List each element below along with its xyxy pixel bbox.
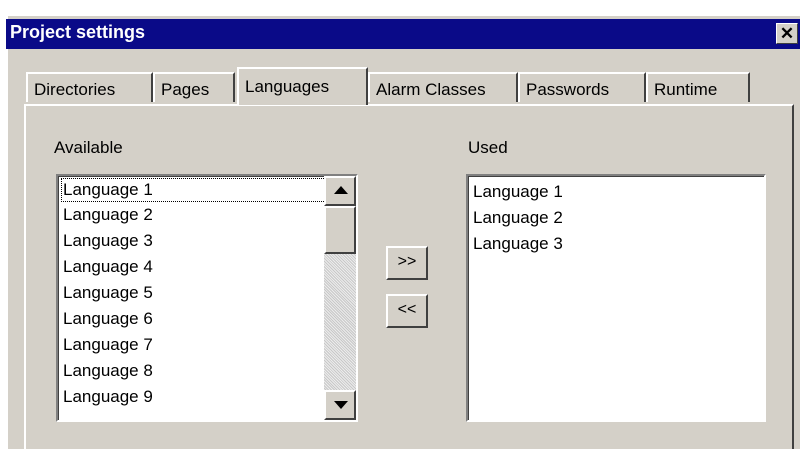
tab-label: Passwords [526, 80, 610, 99]
remove-button[interactable]: << [386, 294, 428, 328]
available-list-items: Language 1 Language 2 Language 3 Languag… [58, 176, 356, 420]
list-item[interactable]: Language 4 [59, 254, 356, 280]
tab-label: Pages [161, 80, 210, 99]
list-item[interactable]: Language 1 [469, 179, 764, 205]
scroll-up-button[interactable] [324, 176, 356, 206]
list-item[interactable]: Language 9 [59, 384, 356, 410]
tab-alarm-classes[interactable]: Alarm Classes [368, 72, 518, 102]
tab-directories[interactable]: Directories [26, 72, 153, 102]
used-list-items: Language 1 Language 2 Language 3 [468, 176, 764, 420]
list-item[interactable]: Language 3 [469, 231, 764, 257]
close-button[interactable]: ✕ [776, 23, 798, 44]
tab-passwords[interactable]: Passwords [518, 72, 646, 102]
tab-label: Alarm Classes [376, 80, 486, 99]
tab-label: Languages [245, 77, 330, 96]
tab-label: Runtime [654, 80, 718, 99]
used-list[interactable]: Language 1 Language 2 Language 3 [466, 174, 766, 422]
arrow-up-icon [334, 186, 348, 194]
arrow-down-icon [334, 401, 348, 409]
list-item[interactable]: Language 6 [59, 306, 356, 332]
add-button[interactable]: >> [386, 246, 428, 280]
available-label: Available [54, 138, 123, 157]
list-item[interactable]: Language 5 [59, 280, 356, 306]
title-bar: Project settings ✕ [6, 19, 800, 49]
list-item[interactable]: Language 3 [59, 228, 356, 254]
tab-languages[interactable]: Languages [237, 67, 368, 105]
scroll-down-button[interactable] [324, 390, 356, 420]
used-label: Used [468, 138, 508, 157]
available-list[interactable]: Language 1 Language 2 Language 3 Languag… [56, 174, 358, 422]
scrollbar-thumb[interactable] [324, 206, 356, 254]
languages-tab-panel: Available Used Language 1 Language 2 Lan… [24, 104, 794, 449]
list-item[interactable]: Language 8 [59, 358, 356, 384]
close-icon: ✕ [779, 24, 795, 43]
list-item[interactable]: Language 2 [469, 205, 764, 231]
tab-pages[interactable]: Pages [153, 72, 235, 102]
window-title: Project settings [10, 22, 146, 42]
vertical-scrollbar[interactable] [324, 176, 356, 420]
tab-label: Directories [34, 80, 116, 99]
tab-runtime[interactable]: Runtime [646, 72, 750, 102]
list-item[interactable]: Language 1 [61, 178, 354, 202]
list-item[interactable]: Language 7 [59, 332, 356, 358]
list-item[interactable]: Language 2 [59, 202, 356, 228]
